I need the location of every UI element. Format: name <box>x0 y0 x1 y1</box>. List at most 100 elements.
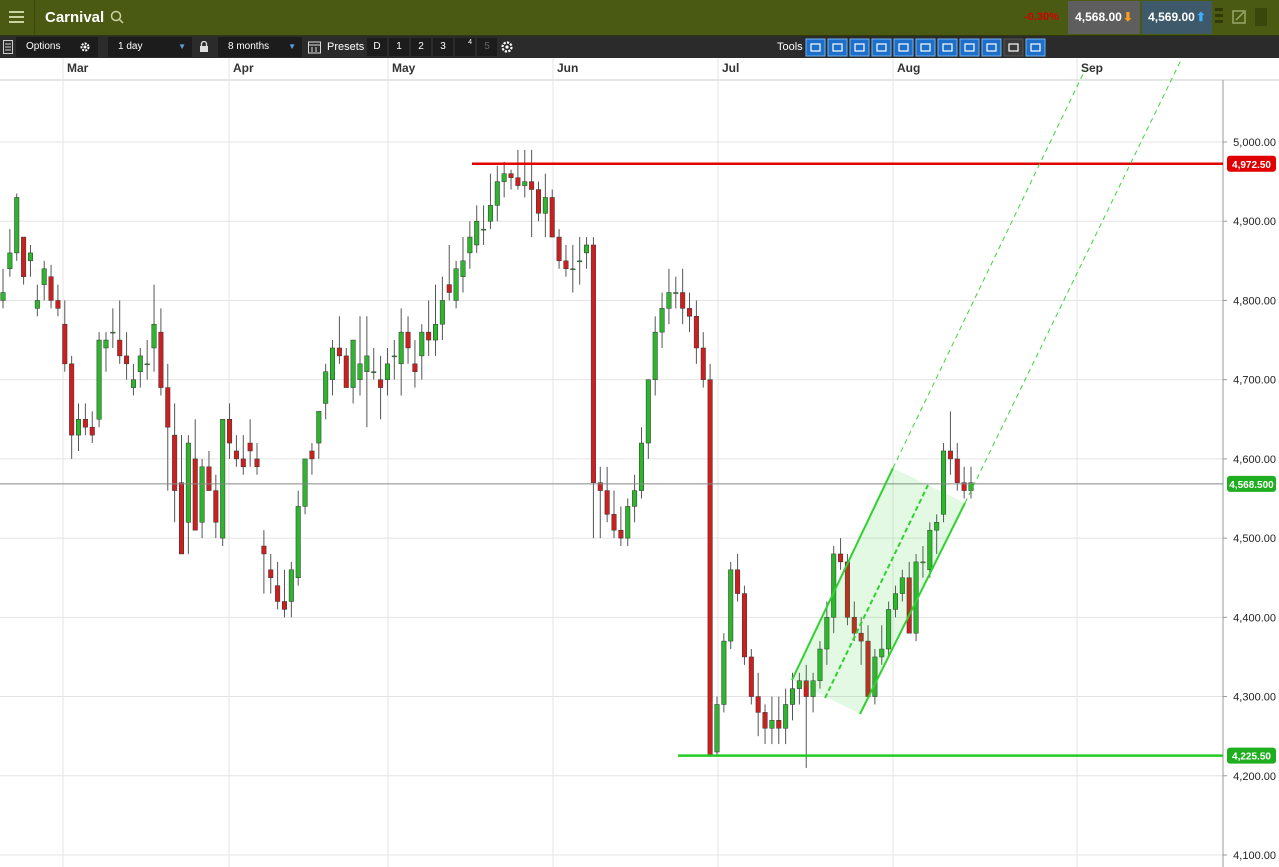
candle <box>350 339 356 404</box>
search-icon[interactable] <box>110 10 124 24</box>
lock-icon[interactable] <box>199 41 209 53</box>
candle <box>735 553 741 602</box>
candle-body <box>790 688 796 705</box>
candle <box>185 435 191 554</box>
layers-tool-icon[interactable] <box>937 38 958 57</box>
candle-body <box>350 339 356 388</box>
crosshair-tool-icon[interactable] <box>893 38 914 57</box>
candle <box>27 244 33 277</box>
options-dropdown[interactable]: Options <box>16 37 98 57</box>
window-controls <box>1213 0 1279 35</box>
candle <box>714 696 720 756</box>
candle <box>453 260 459 309</box>
grip-icon[interactable] <box>1215 8 1223 23</box>
candle <box>412 340 418 388</box>
menu-icon-line <box>9 21 24 23</box>
text-tool-icon[interactable] <box>849 38 870 57</box>
options-label: Options <box>26 41 61 52</box>
candle <box>364 316 370 428</box>
price-tick-label: 4,600.00 <box>1233 454 1276 466</box>
print-icon[interactable] <box>1003 38 1024 57</box>
price-tick-label: 4,400.00 <box>1233 612 1276 624</box>
calendar-icon[interactable] <box>308 40 321 54</box>
candle-body <box>213 490 219 523</box>
channel-extension-lower <box>964 58 1183 504</box>
candle <box>961 466 967 499</box>
trendline-tool-icon[interactable] <box>827 38 848 57</box>
candle <box>728 561 734 650</box>
candle-body <box>117 339 123 357</box>
presets-settings-icon[interactable] <box>500 40 514 54</box>
candle-body <box>27 252 33 262</box>
sell-arrow-icon: ⬇ <box>1122 10 1133 24</box>
candle <box>632 474 638 523</box>
candle-body <box>48 276 54 301</box>
preset-5-button[interactable]: 5 <box>477 38 497 56</box>
preset-3-button[interactable]: 3 <box>433 38 453 56</box>
candle <box>776 696 782 745</box>
candle <box>515 149 521 190</box>
candle <box>597 466 603 539</box>
candle <box>76 403 82 451</box>
candle <box>549 189 555 238</box>
menu-icon-line <box>9 11 24 13</box>
candle <box>206 450 212 491</box>
indicator-tool-icon[interactable] <box>959 38 980 57</box>
preset-1-button[interactable]: 1 <box>389 38 409 56</box>
candle <box>721 633 727 713</box>
candle-body <box>268 569 274 578</box>
back-tool-icon[interactable] <box>805 38 826 57</box>
candle <box>199 458 205 539</box>
candle <box>48 264 54 309</box>
candle-body <box>590 244 596 483</box>
candle-body <box>632 490 638 507</box>
candle-body <box>302 458 308 507</box>
preset-d-button[interactable]: D <box>367 38 387 56</box>
price-chart[interactable]: Mar Apr May Jun Jul Aug Sep 5,000.00 4,900.00 4,8… <box>0 58 1279 867</box>
candle <box>474 205 480 253</box>
candle <box>165 363 171 491</box>
range-select[interactable]: 8 months ▼ <box>218 37 302 57</box>
candle-body <box>535 189 541 214</box>
candle-body <box>309 450 315 460</box>
settings-tool-icon[interactable] <box>1025 38 1046 57</box>
candle-body <box>185 442 191 523</box>
chart-menu-icon[interactable] <box>3 40 13 54</box>
candle-tool-icon[interactable] <box>915 38 936 57</box>
instrument-title: Carnival <box>45 9 105 26</box>
candle-body <box>295 506 301 578</box>
candle-body <box>549 197 555 238</box>
candle <box>481 205 487 245</box>
candle <box>439 276 445 341</box>
preset-2-button[interactable]: 2 <box>411 38 431 56</box>
candle <box>501 161 507 198</box>
candle <box>323 363 329 420</box>
candle <box>41 260 47 301</box>
interval-select[interactable]: 1 day ▼ <box>108 37 192 57</box>
candle-body <box>199 466 205 523</box>
candle <box>645 379 651 459</box>
candle-body <box>62 323 68 365</box>
candle-body <box>323 371 329 404</box>
candle <box>357 316 363 396</box>
candle-body <box>281 601 287 610</box>
candle <box>14 193 20 261</box>
candle <box>508 169 514 190</box>
trend-channel[interactable] <box>791 58 1183 715</box>
candle <box>604 466 610 523</box>
sell-price-button[interactable]: 4,568.00⬇ <box>1068 1 1140 34</box>
tag-tool-icon[interactable] <box>981 38 1002 57</box>
candle <box>7 229 13 277</box>
grid-tool-icon[interactable] <box>871 38 892 57</box>
preset-4-button[interactable]: 4 <box>455 38 475 56</box>
close-icon[interactable] <box>1255 8 1267 26</box>
candle-body <box>680 292 686 309</box>
candle-body <box>144 363 150 366</box>
popout-icon[interactable] <box>1232 10 1246 24</box>
candle-body <box>556 236 562 262</box>
hamburger-menu-button[interactable] <box>0 0 35 35</box>
candle <box>494 165 500 222</box>
buy-price-button[interactable]: 4,569.00⬆ <box>1142 1 1212 34</box>
candle-body <box>439 300 445 325</box>
candle-body <box>501 173 507 182</box>
